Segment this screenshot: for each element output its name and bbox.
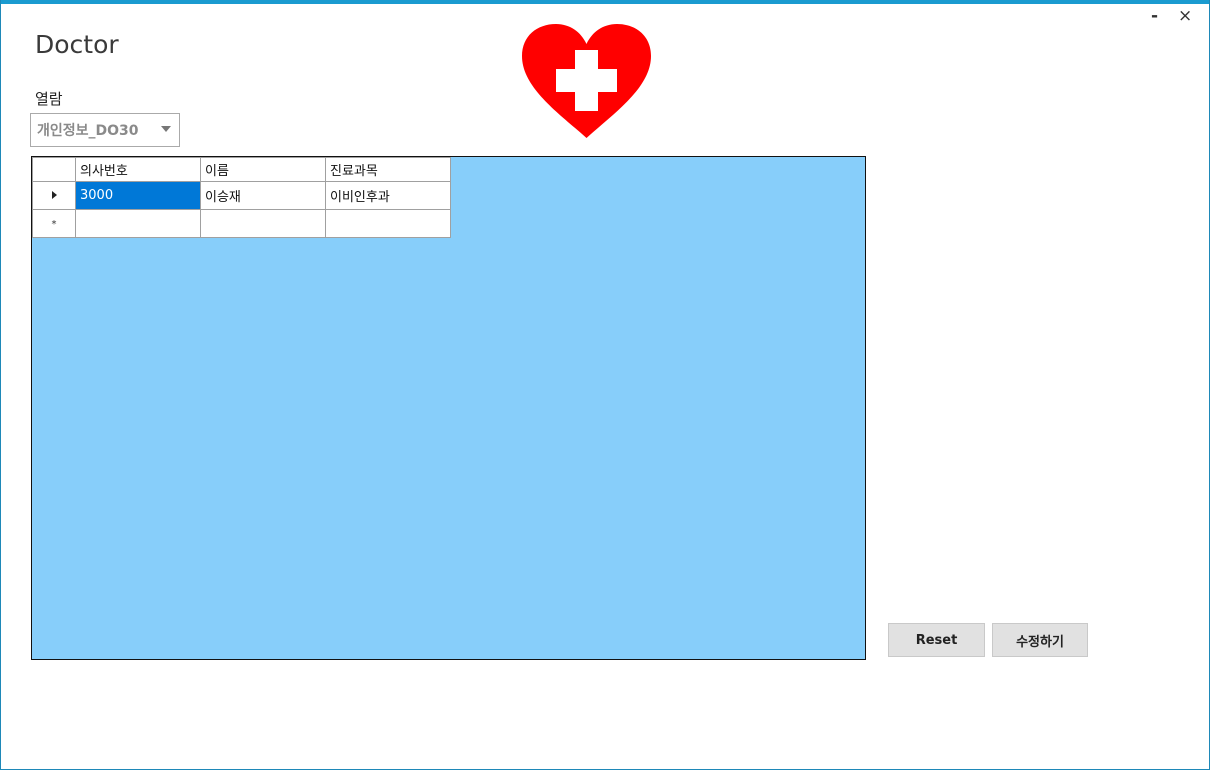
column-header-doctor-id[interactable]: 의사번호 — [75, 157, 201, 182]
minimize-button[interactable]: - — [1151, 6, 1158, 26]
doctor-window: Doctor - × 열람 개인정보_DO30 의사번호 이름 진료과목 300… — [0, 0, 1210, 770]
window-accent-bar — [1, 0, 1209, 4]
doctor-datagrid[interactable]: 의사번호 이름 진료과목 3000 이승재 이비인후과 * — [31, 156, 866, 660]
new-row-header[interactable]: * — [32, 209, 76, 238]
current-row-arrow-icon — [51, 191, 57, 199]
table-row[interactable]: 3000 이승재 이비인후과 — [32, 181, 451, 210]
cell-name[interactable]: 이승재 — [200, 181, 326, 210]
cell-department[interactable]: 이비인후과 — [325, 181, 451, 210]
datagrid-table: 의사번호 이름 진료과목 3000 이승재 이비인후과 * — [32, 157, 451, 238]
reset-button[interactable]: Reset — [888, 623, 985, 657]
new-cell-doctor-id[interactable] — [75, 209, 201, 238]
combo-selected-value: 개인정보_DO30 — [37, 123, 139, 139]
browse-combobox[interactable]: 개인정보_DO30 — [30, 113, 180, 147]
column-header-name[interactable]: 이름 — [200, 157, 326, 182]
window-title: Doctor — [35, 30, 119, 59]
chevron-down-icon[interactable] — [161, 126, 171, 132]
column-header-department[interactable]: 진료과목 — [325, 157, 451, 182]
browse-label: 열람 — [35, 90, 63, 108]
new-cell-department[interactable] — [325, 209, 451, 238]
row-header-corner[interactable] — [32, 157, 76, 182]
new-row-asterisk-icon: * — [51, 219, 57, 230]
cell-doctor-id[interactable]: 3000 — [75, 181, 201, 210]
header-row: 의사번호 이름 진료과목 — [32, 157, 451, 182]
row-header[interactable] — [32, 181, 76, 210]
close-button[interactable]: × — [1178, 6, 1192, 26]
heart-cross-icon — [522, 24, 651, 138]
cross-horizontal — [556, 69, 617, 92]
new-row[interactable]: * — [32, 209, 451, 238]
edit-button[interactable]: 수정하기 — [992, 623, 1088, 657]
new-cell-name[interactable] — [200, 209, 326, 238]
